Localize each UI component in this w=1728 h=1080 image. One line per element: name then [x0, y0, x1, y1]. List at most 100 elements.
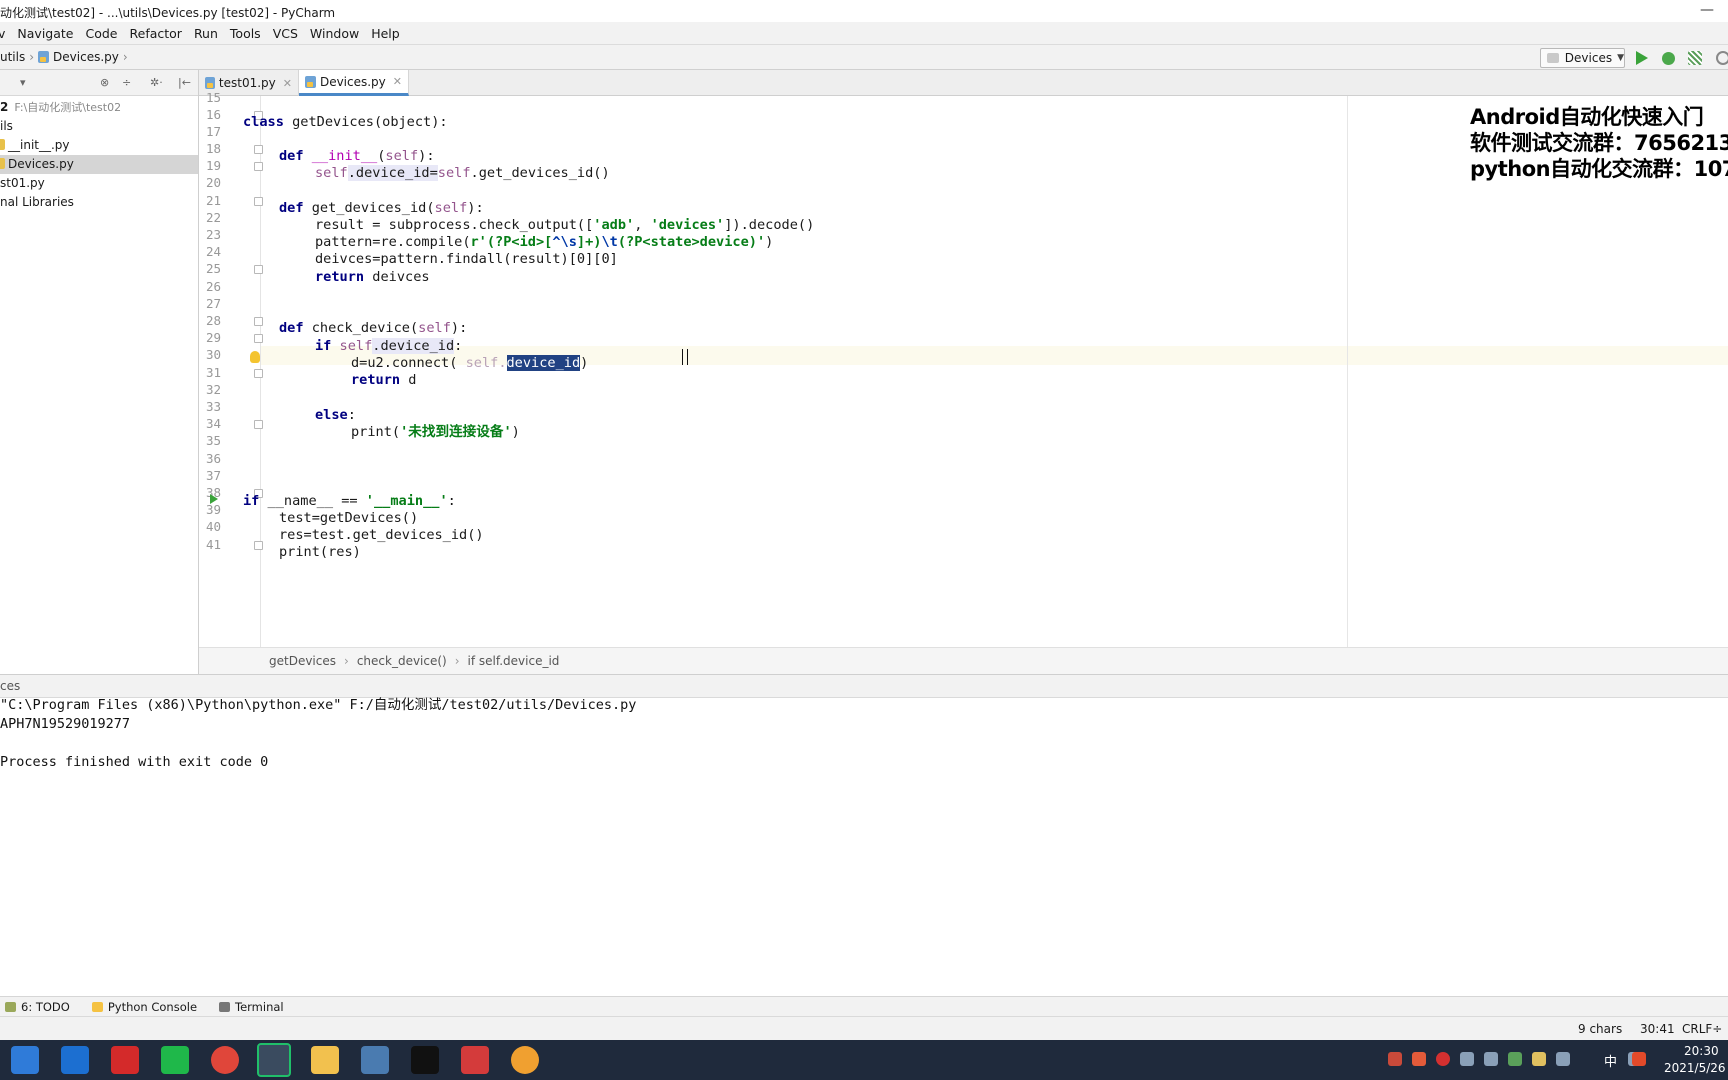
code-line-34: print('未找到连接设备') — [351, 424, 520, 440]
python-console-tool-button[interactable]: Python Console — [91, 1000, 197, 1014]
caret-position[interactable]: 30:41 — [1640, 1022, 1675, 1036]
collapse-all-icon[interactable]: ÷ — [122, 76, 131, 89]
notepad-icon[interactable] — [361, 1046, 389, 1074]
menu-refactor[interactable]: Refactor — [130, 26, 182, 41]
file-explorer-icon[interactable] — [311, 1046, 339, 1074]
project-toolbar: ▾ ⊗ ÷ ✲· |← — [0, 70, 198, 96]
debug-icon[interactable] — [1662, 52, 1675, 65]
watermark-line: 软件测试交流群：7656213 — [1470, 131, 1728, 155]
terminal-icon — [219, 1001, 231, 1012]
chevron-down-icon: ▼ — [1617, 53, 1624, 63]
mail-icon[interactable] — [61, 1046, 89, 1074]
tree-item-devices-py[interactable]: Devices.py — [0, 155, 198, 174]
menu-window[interactable]: Window — [310, 26, 359, 41]
tray-app-icon[interactable] — [1532, 1052, 1546, 1066]
tool-windows-bar: 6: TODO Python Console Terminal — [0, 996, 1728, 1016]
close-tab-icon[interactable]: ✕ — [283, 77, 292, 90]
selection-char-count: 9 chars — [1578, 1022, 1623, 1036]
tree-item-init-py[interactable]: __init__.py — [0, 136, 198, 155]
volume-icon[interactable] — [1484, 1052, 1498, 1066]
tree-item-utils[interactable]: ils — [0, 117, 198, 136]
breadcrumb-separator-icon: › — [454, 654, 460, 668]
breadcrumb-method[interactable]: check_device() — [357, 654, 447, 668]
run-configuration-select[interactable]: Devices ▼ — [1540, 48, 1625, 68]
pycharm-icon[interactable] — [257, 1043, 291, 1077]
run-config-label: Devices — [1564, 51, 1613, 65]
menu-run[interactable]: Run — [194, 26, 218, 41]
tab-devices-py[interactable]: Devices.py ✕ — [299, 70, 409, 96]
sogou-icon[interactable] — [1632, 1052, 1646, 1066]
console-line: APH7N19529019277 — [0, 716, 131, 732]
watermark-line: python自动化交流群：1077 — [1470, 157, 1728, 181]
close-tab-icon[interactable]: ✕ — [393, 75, 402, 88]
crumb-separator-icon: › — [29, 50, 35, 64]
xmind-icon[interactable] — [461, 1046, 489, 1074]
dropdown-arrow-icon[interactable]: ▾ — [20, 76, 26, 89]
tray-app-icon[interactable] — [1412, 1052, 1426, 1066]
editor-tabs: test01.py ✕ Devices.py ✕ — [199, 70, 1728, 96]
tree-item-test01-py[interactable]: st01.py — [0, 174, 198, 193]
run-panel-header: ces — [0, 674, 1728, 698]
line-separator[interactable]: CRLF÷ — [1682, 1022, 1722, 1036]
breadcrumb-separator-icon: › — [344, 654, 349, 668]
window-title: 动化测试\test02] - ...\utils\Devices.py [tes… — [0, 6, 336, 20]
clock-date[interactable]: 2021/5/26 — [1664, 1061, 1726, 1075]
code-line-33: else: — [315, 407, 356, 423]
menu-bar: v Navigate Code Refactor Run Tools VCS W… — [0, 22, 1728, 44]
file-breadcrumb: utils › Devices.py › — [0, 50, 132, 64]
python-config-icon — [1547, 53, 1559, 63]
minimize-icon[interactable]: — — [1700, 2, 1714, 18]
gear-icon[interactable]: ✲· — [150, 76, 163, 89]
python-file-icon — [0, 158, 5, 169]
tray-app-icon[interactable] — [1508, 1052, 1522, 1066]
cmd-icon[interactable] — [411, 1046, 439, 1074]
run-console-panel: ces "C:\Program Files (x86)\Python\pytho… — [0, 674, 1728, 996]
code-line-16: class getDevices(object): — [243, 114, 448, 130]
menu-tools[interactable]: Tools — [230, 26, 261, 41]
navigation-bar: utils › Devices.py › Devices ▼ — [0, 44, 1728, 70]
code-line-25: return deivces — [315, 269, 430, 285]
menu-vcs[interactable]: VCS — [273, 26, 298, 41]
menu-navigate[interactable]: Navigate — [17, 26, 73, 41]
menu-view[interactable]: v — [0, 26, 5, 41]
ime-indicator[interactable]: 中 — [1604, 1051, 1617, 1070]
run-icon[interactable] — [1636, 51, 1648, 65]
tree-item-project-root[interactable]: 2 F:\自动化测试\test02 — [0, 98, 198, 117]
code-line-28: def check_device(self): — [279, 320, 468, 336]
chat-app-icon[interactable] — [511, 1046, 539, 1074]
menu-code[interactable]: Code — [85, 26, 117, 41]
tray-app-icon[interactable] — [1556, 1052, 1570, 1066]
status-bar: 9 chars 30:41 CRLF÷ — [0, 1016, 1728, 1040]
selected-text: device_id — [506, 355, 581, 371]
youdao-icon[interactable] — [111, 1046, 139, 1074]
console-line: "C:\Program Files (x86)\Python\python.ex… — [0, 697, 637, 713]
network-icon[interactable] — [1460, 1052, 1474, 1066]
coverage-icon[interactable] — [1688, 51, 1702, 65]
code-line-19: self.device_id=self.get_devices_id() — [315, 165, 610, 181]
crumb-devices-py[interactable]: Devices.py — [53, 50, 119, 64]
breadcrumb-class[interactable]: getDevices — [269, 654, 336, 668]
terminal-tool-button[interactable]: Terminal — [219, 1000, 284, 1014]
tray-app-icon[interactable] — [1436, 1052, 1450, 1066]
tray-app-icon[interactable] — [1388, 1052, 1402, 1066]
tree-item-external-libraries[interactable]: nal Libraries — [0, 193, 198, 212]
project-tree: 2 F:\自动化测试\test02 ils __init__.py Devices… — [0, 96, 198, 212]
title-bar: 动化测试\test02] - ...\utils\Devices.py [tes… — [0, 0, 1728, 22]
python-file-icon — [205, 77, 215, 89]
todo-tool-button[interactable]: 6: TODO — [5, 1000, 70, 1014]
todo-icon — [5, 1001, 16, 1012]
clock-time[interactable]: 20:30 — [1684, 1044, 1719, 1058]
locate-icon[interactable]: ⊗ — [100, 76, 109, 89]
stop-icon[interactable] — [1716, 51, 1728, 65]
crumb-utils[interactable]: utils — [0, 50, 25, 64]
console-line: Process finished with exit code 0 — [0, 754, 269, 770]
breadcrumb-statement[interactable]: if self.device_id — [468, 654, 560, 668]
code-line-24: deivces=pattern.findall(result)[0][0] — [315, 251, 618, 267]
chrome-icon[interactable] — [211, 1046, 239, 1074]
iqiyi-icon[interactable] — [161, 1046, 189, 1074]
store-icon[interactable] — [11, 1046, 39, 1074]
python-file-icon — [38, 51, 50, 63]
hide-panel-icon[interactable]: |← — [178, 76, 191, 89]
menu-help[interactable]: Help — [371, 26, 400, 41]
run-panel-title: ces — [0, 679, 21, 693]
